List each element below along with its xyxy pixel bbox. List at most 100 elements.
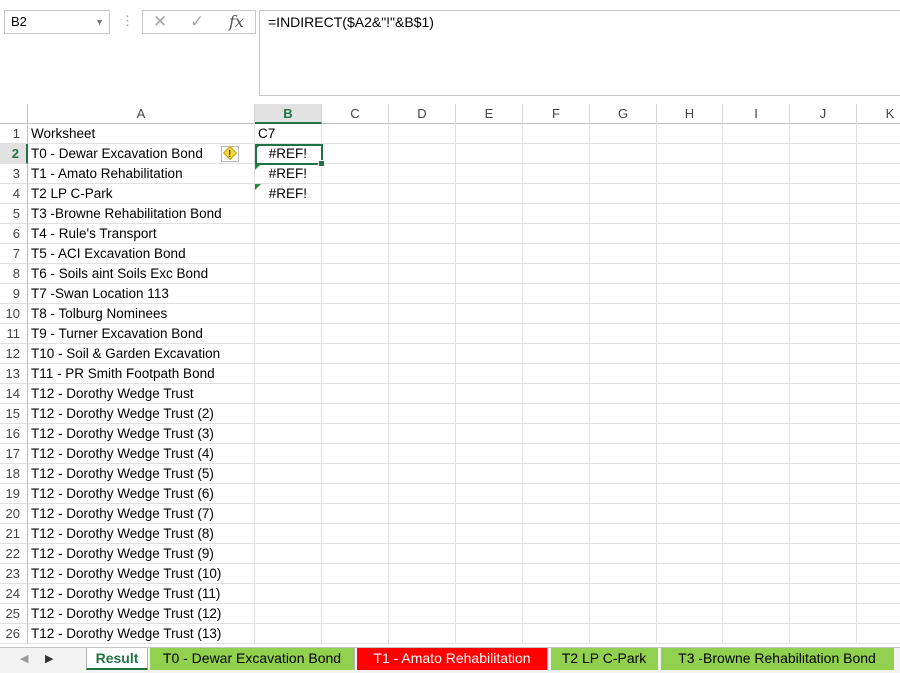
empty-cell[interactable]	[590, 384, 657, 404]
empty-cell[interactable]	[657, 464, 723, 484]
column-header-h[interactable]: H	[657, 104, 723, 124]
empty-cell[interactable]	[857, 544, 900, 564]
row-header[interactable]: 14	[0, 384, 28, 404]
row-header[interactable]: 6	[0, 224, 28, 244]
cell-b[interactable]	[255, 264, 322, 284]
empty-cell[interactable]	[723, 464, 790, 484]
empty-cell[interactable]	[523, 264, 590, 284]
empty-cell[interactable]	[657, 264, 723, 284]
empty-cell[interactable]	[723, 364, 790, 384]
empty-cell[interactable]	[657, 384, 723, 404]
cell-a[interactable]: T12 - Dorothy Wedge Trust (5)	[28, 464, 255, 484]
empty-cell[interactable]	[590, 184, 657, 204]
empty-cell[interactable]	[657, 524, 723, 544]
cell-b[interactable]	[255, 344, 322, 364]
empty-cell[interactable]	[857, 344, 900, 364]
empty-cell[interactable]	[590, 544, 657, 564]
formula-input[interactable]: =INDIRECT($A2&"!"&B$1)	[259, 10, 900, 96]
empty-cell[interactable]	[590, 204, 657, 224]
empty-cell[interactable]	[590, 464, 657, 484]
empty-cell[interactable]	[790, 324, 857, 344]
row-header[interactable]: 8	[0, 264, 28, 284]
cell-b[interactable]	[255, 564, 322, 584]
empty-cell[interactable]	[723, 444, 790, 464]
empty-cell[interactable]	[790, 364, 857, 384]
empty-cell[interactable]	[723, 124, 790, 144]
cell-b-error[interactable]: #REF!	[255, 184, 322, 204]
empty-cell[interactable]	[322, 524, 389, 544]
cancel-icon[interactable]: ✕	[153, 11, 167, 33]
select-all-corner[interactable]	[0, 104, 28, 124]
empty-cell[interactable]	[389, 224, 456, 244]
tab-scroll-right-icon[interactable]: ▶	[45, 652, 53, 665]
row-header[interactable]: 13	[0, 364, 28, 384]
row-header[interactable]: 16	[0, 424, 28, 444]
cell-b[interactable]	[255, 544, 322, 564]
empty-cell[interactable]	[389, 284, 456, 304]
empty-cell[interactable]	[523, 364, 590, 384]
empty-cell[interactable]	[790, 524, 857, 544]
empty-cell[interactable]	[723, 144, 790, 164]
empty-cell[interactable]	[456, 324, 523, 344]
cell-b[interactable]	[255, 584, 322, 604]
empty-cell[interactable]	[523, 564, 590, 584]
empty-cell[interactable]	[590, 284, 657, 304]
empty-cell[interactable]	[657, 324, 723, 344]
empty-cell[interactable]	[523, 404, 590, 424]
empty-cell[interactable]	[657, 564, 723, 584]
empty-cell[interactable]	[590, 504, 657, 524]
cell-a[interactable]: T12 - Dorothy Wedge Trust (7)	[28, 504, 255, 524]
empty-cell[interactable]	[590, 444, 657, 464]
empty-cell[interactable]	[857, 604, 900, 624]
empty-cell[interactable]	[590, 124, 657, 144]
tab-t1-amato[interactable]: T1 - Amato Rehabilitation	[357, 648, 548, 670]
name-box[interactable]: B2 ▼	[4, 10, 110, 34]
empty-cell[interactable]	[456, 164, 523, 184]
cell-a[interactable]: T11 - PR Smith Footpath Bond	[28, 364, 255, 384]
column-header-j[interactable]: J	[790, 104, 857, 124]
row-header[interactable]: 1	[0, 124, 28, 144]
row-header[interactable]: 17	[0, 444, 28, 464]
empty-cell[interactable]	[657, 424, 723, 444]
empty-cell[interactable]	[790, 604, 857, 624]
empty-cell[interactable]	[657, 404, 723, 424]
cell-b[interactable]	[255, 524, 322, 544]
empty-cell[interactable]	[657, 124, 723, 144]
cell-a[interactable]: T1 - Amato Rehabilitation	[28, 164, 255, 184]
insert-function-icon[interactable]: fx	[229, 11, 244, 33]
empty-cell[interactable]	[657, 224, 723, 244]
empty-cell[interactable]	[857, 584, 900, 604]
empty-cell[interactable]	[523, 224, 590, 244]
empty-cell[interactable]	[857, 364, 900, 384]
empty-cell[interactable]	[590, 244, 657, 264]
empty-cell[interactable]	[322, 324, 389, 344]
empty-cell[interactable]	[657, 444, 723, 464]
empty-cell[interactable]	[389, 244, 456, 264]
empty-cell[interactable]	[322, 364, 389, 384]
cell-a[interactable]: T5 - ACI Excavation Bond	[28, 244, 255, 264]
cell-a[interactable]: T12 - Dorothy Wedge Trust (13)	[28, 624, 255, 644]
column-header-a[interactable]: A	[28, 104, 255, 124]
empty-cell[interactable]	[389, 524, 456, 544]
cell-b[interactable]	[255, 324, 322, 344]
empty-cell[interactable]	[456, 204, 523, 224]
empty-cell[interactable]	[590, 264, 657, 284]
empty-cell[interactable]	[389, 504, 456, 524]
empty-cell[interactable]	[523, 164, 590, 184]
row-header[interactable]: 25	[0, 604, 28, 624]
cell-a[interactable]: T12 - Dorothy Wedge Trust (3)	[28, 424, 255, 444]
cell-b[interactable]	[255, 424, 322, 444]
empty-cell[interactable]	[790, 184, 857, 204]
cell-a[interactable]: T12 - Dorothy Wedge Trust (9)	[28, 544, 255, 564]
cell-b[interactable]	[255, 484, 322, 504]
empty-cell[interactable]	[857, 244, 900, 264]
empty-cell[interactable]	[723, 484, 790, 504]
cell-a[interactable]: T4 - Rule's Transport	[28, 224, 255, 244]
empty-cell[interactable]	[389, 204, 456, 224]
cell-b[interactable]	[255, 204, 322, 224]
empty-cell[interactable]	[857, 424, 900, 444]
empty-cell[interactable]	[322, 164, 389, 184]
column-header-e[interactable]: E	[456, 104, 523, 124]
tab-scroll-left-icon[interactable]: ◀	[20, 652, 28, 665]
empty-cell[interactable]	[723, 544, 790, 564]
